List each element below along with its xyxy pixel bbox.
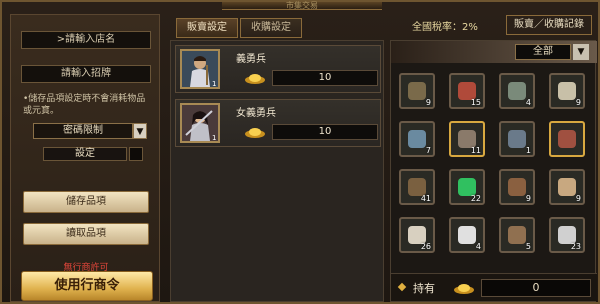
- item-count: 41: [420, 194, 431, 203]
- item-count: 23: [570, 242, 581, 251]
- unit-price-input[interactable]: 10: [272, 70, 378, 86]
- chevron-down-icon[interactable]: ▼: [573, 44, 589, 60]
- unit-level: 1: [212, 80, 217, 88]
- window-title-strip: 市集交易: [222, 2, 382, 10]
- item-count: 4: [475, 242, 481, 251]
- inventory-slot[interactable]: 4: [449, 217, 485, 253]
- trade-window: 市集交易 >請輸入店名 請輸入招牌 •儲存品項設定時不會消耗物品或元寶。 密碼限…: [0, 0, 600, 304]
- setting-checkbox[interactable]: [129, 147, 143, 161]
- holding-value: 0: [481, 279, 591, 297]
- inventory-slot[interactable]: 41: [399, 169, 435, 205]
- category-filter-select[interactable]: 全部: [515, 44, 571, 60]
- inventory-header: 全部 ▼: [391, 41, 597, 63]
- unit-name: 義勇兵: [236, 54, 266, 65]
- item-count: 9: [575, 98, 581, 107]
- inventory-slot[interactable]: 7: [399, 121, 435, 157]
- setting-button[interactable]: 設定: [43, 147, 127, 161]
- save-note: •儲存品項設定時不會消耗物品或元寶。: [23, 94, 146, 116]
- diamond-icon: [397, 282, 407, 292]
- holding-bar: 持有 0: [391, 273, 597, 301]
- sell-list-panel: 1 義勇兵 10 1 女義勇兵 10: [170, 40, 384, 302]
- swordsman-icon: [558, 130, 576, 148]
- inventory-slot[interactable]: 23: [549, 217, 585, 253]
- item-count: 9: [425, 98, 431, 107]
- shop-settings-panel: >請輸入店名 請輸入招牌 •儲存品項設定時不會消耗物品或元寶。 密碼限制 ▼ 設…: [10, 14, 160, 302]
- item-count: 5: [525, 242, 531, 251]
- inventory-slot[interactable]: [549, 121, 585, 157]
- inventory-slot[interactable]: 15: [449, 73, 485, 109]
- inventory-slot[interactable]: 1: [499, 121, 535, 157]
- inventory-slot[interactable]: 5: [499, 217, 535, 253]
- item-count: 1: [525, 146, 531, 155]
- trade-record-button[interactable]: 販賣／收購記錄: [506, 15, 592, 35]
- unit-name: 女義勇兵: [236, 108, 276, 119]
- password-limit-select[interactable]: 密碼限制: [33, 123, 133, 139]
- chevron-down-icon[interactable]: ▼: [133, 123, 147, 139]
- unit-level: 1: [212, 134, 217, 142]
- gold-ingot-icon: [245, 128, 265, 138]
- item-count: 7: [425, 146, 431, 155]
- list-item[interactable]: 1 義勇兵 10: [175, 45, 381, 93]
- inventory-slot[interactable]: 9: [399, 73, 435, 109]
- window-title: 市集交易: [286, 1, 318, 10]
- inventory-slot[interactable]: 9: [549, 169, 585, 205]
- inventory-panel: 全部 ▼ 9 15 4 9 7 11 1 41 22 9 9 26 4 5 23 持有 0: [390, 40, 597, 302]
- gold-ingot-icon: [245, 74, 265, 84]
- holding-label: 持有: [413, 282, 435, 295]
- item-count: 11: [470, 146, 481, 155]
- save-items-button[interactable]: 儲存品項: [23, 191, 149, 213]
- inventory-slot[interactable]: 4: [499, 73, 535, 109]
- tax-rate: 全國稅率：2%: [412, 22, 478, 33]
- use-merchant-order-button[interactable]: 使用行商令: [21, 271, 153, 301]
- inventory-slot[interactable]: 26: [399, 217, 435, 253]
- inventory-slot[interactable]: 11: [449, 121, 485, 157]
- item-count: 9: [525, 194, 531, 203]
- list-item[interactable]: 1 女義勇兵 10: [175, 99, 381, 147]
- item-count: 9: [575, 194, 581, 203]
- item-count: 15: [470, 98, 481, 107]
- tab-sell-settings[interactable]: 販賣設定: [176, 18, 238, 38]
- load-items-button[interactable]: 讀取品項: [23, 223, 149, 245]
- inventory-slot[interactable]: 22: [449, 169, 485, 205]
- item-count: 26: [420, 242, 431, 251]
- inventory-slot[interactable]: 9: [499, 169, 535, 205]
- shop-sign-input[interactable]: 請輸入招牌: [21, 65, 151, 83]
- unit-price-input[interactable]: 10: [272, 124, 378, 140]
- inventory-slot[interactable]: 9: [549, 73, 585, 109]
- tab-buy-settings[interactable]: 收購設定: [240, 18, 302, 38]
- shop-name-input[interactable]: >請輸入店名: [21, 31, 151, 49]
- item-count: 22: [470, 194, 481, 203]
- gold-ingot-icon: [454, 284, 474, 294]
- item-count: 4: [525, 98, 531, 107]
